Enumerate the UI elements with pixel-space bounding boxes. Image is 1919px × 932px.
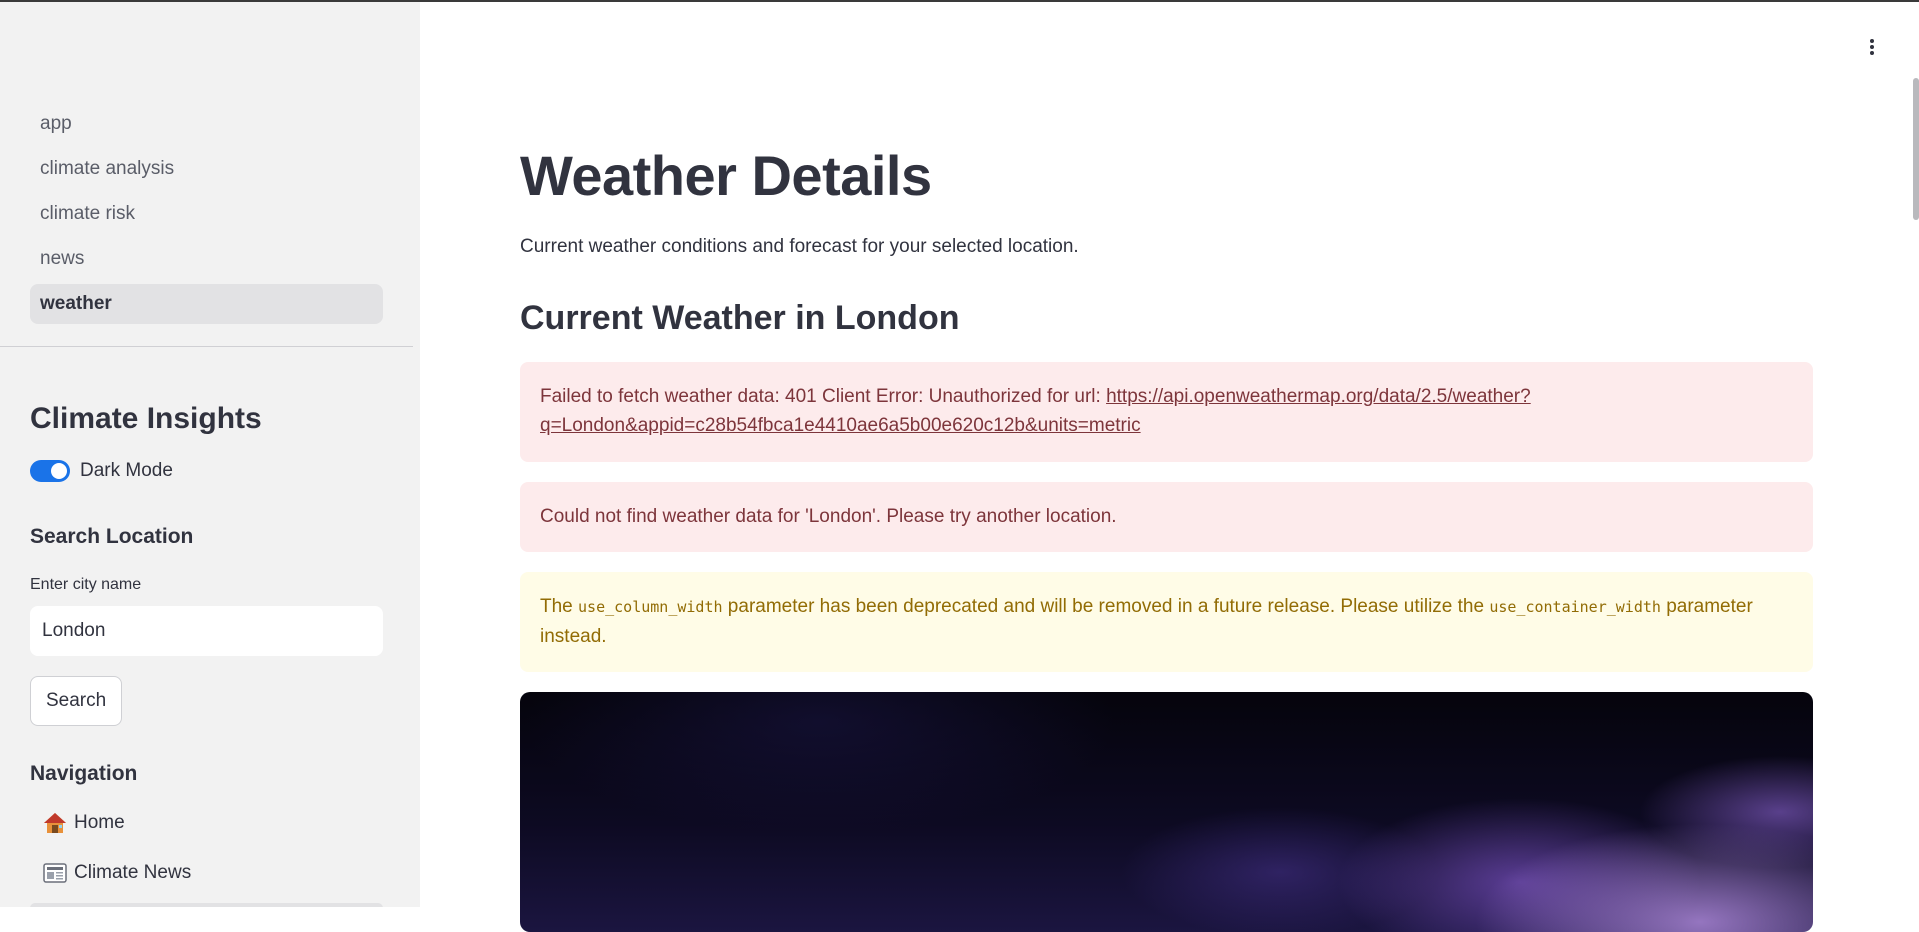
warning-code-use-column-width: use_column_width <box>578 598 723 616</box>
not-found-error-text: Could not find weather data for 'London'… <box>540 506 1117 527</box>
nav-link-home-label: Home <box>74 812 125 833</box>
dark-mode-toggle[interactable]: Dark Mode <box>30 460 173 482</box>
house-icon <box>42 810 68 836</box>
page-nav-app[interactable]: app <box>30 104 383 144</box>
sidebar-divider <box>0 346 413 347</box>
search-button[interactable]: Search <box>30 676 123 726</box>
nav-link-climate-news-label: Climate News <box>74 862 192 883</box>
warning-code-use-container-width: use_container_width <box>1489 598 1661 616</box>
page-nav-climate-analysis[interactable]: climate analysis <box>30 149 383 189</box>
page-nav-weather[interactable]: weather <box>30 284 383 324</box>
toggle-knob <box>51 463 67 479</box>
navigation-heading: Navigation <box>30 762 138 785</box>
api-url-link-line2[interactable]: q=London&appid=c28b54fbca1e4410ae6a5b00e… <box>540 415 1141 436</box>
not-found-error-alert: Could not find weather data for 'London'… <box>520 482 1813 552</box>
nav-link-climate-news[interactable]: Climate News <box>30 852 383 894</box>
sidebar-title: Climate Insights <box>30 402 262 435</box>
nav-link-home[interactable]: Home <box>30 802 383 844</box>
dark-mode-label: Dark Mode <box>80 460 173 481</box>
search-location-heading: Search Location <box>30 525 194 548</box>
page-nav-news[interactable]: news <box>30 239 383 279</box>
main-menu-icon[interactable] <box>1862 36 1882 58</box>
toggle-switch[interactable] <box>30 460 70 482</box>
deprecation-warning-alert: The use_column_width parameter has been … <box>520 572 1813 672</box>
page-navigation: app climate analysis climate risk news w… <box>30 104 383 329</box>
current-weather-heading: Current Weather in London <box>520 299 960 337</box>
warning-text-part1: The <box>540 596 579 617</box>
city-name-input[interactable] <box>30 606 383 656</box>
page-subtitle: Current weather conditions and forecast … <box>520 236 1079 257</box>
scrollbar-thumb[interactable] <box>1913 78 1919 220</box>
page-nav-climate-risk[interactable]: climate risk <box>30 194 383 234</box>
api-url-link-line1[interactable]: https://api.openweathermap.org/data/2.5/… <box>1106 386 1531 407</box>
fetch-error-text: Failed to fetch weather data: 401 Client… <box>540 386 1107 407</box>
nav-link-partial[interactable] <box>30 903 383 907</box>
storm-clouds-image <box>520 692 1813 932</box>
window-top-border <box>0 0 1919 2</box>
page-title: Weather Details <box>520 144 932 207</box>
city-name-label: Enter city name <box>30 576 142 593</box>
sidebar: app climate analysis climate risk news w… <box>0 0 420 907</box>
newspaper-icon <box>42 860 68 886</box>
fetch-error-alert: Failed to fetch weather data: 401 Client… <box>520 362 1813 462</box>
warning-text-part2: parameter has been deprecated and will b… <box>722 596 1490 617</box>
